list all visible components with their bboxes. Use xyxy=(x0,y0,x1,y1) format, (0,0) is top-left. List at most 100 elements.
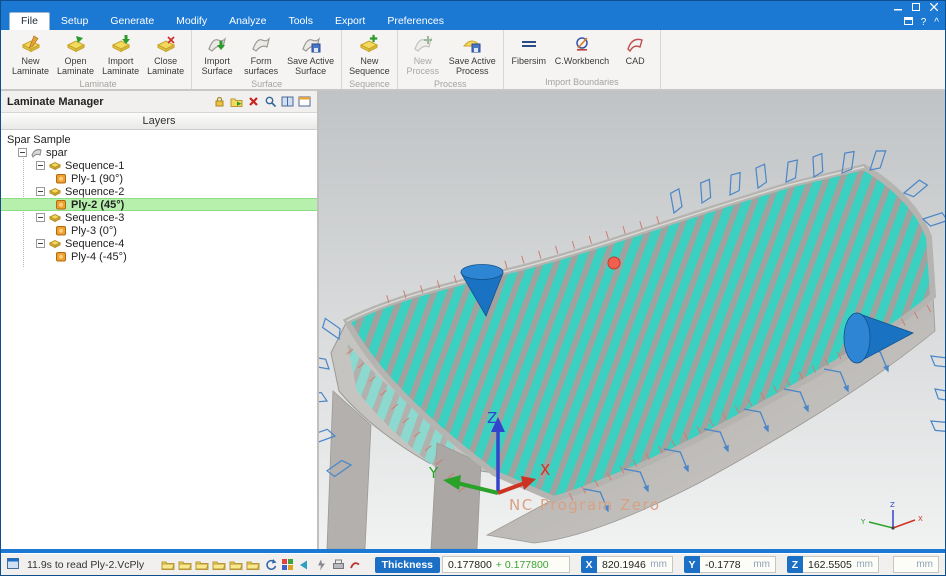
z-axis-badge: Z xyxy=(787,556,803,573)
nc-program-zero-label: NC Program Zero xyxy=(509,496,661,514)
fibersim-icon xyxy=(518,33,540,55)
save-active-surface-icon xyxy=(300,33,322,55)
close-laminate-icon xyxy=(155,33,177,55)
fibersim-button[interactable]: Fibersim xyxy=(508,32,550,67)
units-field[interactable]: mm xyxy=(893,556,939,573)
surface-node-icon xyxy=(30,146,43,159)
seed-point-marker[interactable] xyxy=(608,257,620,269)
menu-modify[interactable]: Modify xyxy=(165,13,218,30)
new-process-button[interactable]: New Process xyxy=(402,32,444,78)
delete-icon[interactable] xyxy=(246,95,260,109)
z-axis-label: Z xyxy=(487,409,497,427)
ribbon-toolbar: New Laminate Open Laminate Import Lamina… xyxy=(1,30,945,91)
search-icon[interactable] xyxy=(263,95,277,109)
group-label-surface: Surface xyxy=(196,78,337,91)
import-surface-button[interactable]: Import Surface xyxy=(196,32,238,78)
thickness-group: Thickness 0.177800 + 0.177800 xyxy=(375,556,570,573)
folder-tool-icon-1[interactable] xyxy=(161,558,176,572)
ribbon-group-import-boundaries: Fibersim C.Workbench CAD Import Boundari… xyxy=(504,30,661,89)
color-grid-icon[interactable] xyxy=(280,558,295,572)
menu-setup[interactable]: Setup xyxy=(50,13,99,30)
x-axis-badge: X xyxy=(581,556,597,573)
help-icon[interactable]: ? xyxy=(921,18,927,28)
panel-layout-icon[interactable] xyxy=(297,95,311,109)
minimize-button[interactable] xyxy=(892,3,903,12)
folder-tool-icon-2[interactable] xyxy=(178,558,193,572)
form-surfaces-button[interactable]: Form surfaces xyxy=(240,32,282,78)
folder-tool-icon-6[interactable] xyxy=(246,558,261,572)
menu-generate[interactable]: Generate xyxy=(99,13,165,30)
ribbon-group-surface: Import Surface Form surfaces Save Active… xyxy=(192,30,342,89)
menu-preferences[interactable]: Preferences xyxy=(376,13,455,30)
form-surfaces-icon xyxy=(250,33,272,55)
menu-export[interactable]: Export xyxy=(324,13,376,30)
tree-item-ply-4[interactable]: Ply-4 (-45°) xyxy=(1,250,317,263)
folder-tool-icon-4[interactable] xyxy=(212,558,227,572)
save-active-surface-button[interactable]: Save Active Surface xyxy=(284,32,337,78)
ply-icon xyxy=(54,224,68,237)
laminate-tree: Spar Sample spar Sequence-1 Ply-1 (90°) xyxy=(1,130,317,549)
open-laminate-icon xyxy=(65,33,87,55)
y-coordinate-field[interactable]: -0.1778 mm xyxy=(700,556,776,573)
open-laminate-button[interactable]: Open Laminate xyxy=(54,32,97,78)
cad-button[interactable]: CAD xyxy=(614,32,656,67)
x-coordinate-field[interactable]: 820.1946 mm xyxy=(597,556,673,573)
x-coordinate: X 820.1946 mm xyxy=(581,556,673,573)
group-label-laminate: Laminate xyxy=(9,78,187,91)
menu-file[interactable]: File xyxy=(9,12,50,30)
import-laminate-button[interactable]: Import Laminate xyxy=(99,32,142,78)
thickness-field[interactable]: 0.177800 + 0.177800 xyxy=(442,556,570,573)
arrow-left-icon[interactable] xyxy=(297,558,312,572)
tree-item-sequence-1[interactable]: Sequence-1 xyxy=(1,159,317,172)
tree-expander[interactable] xyxy=(36,187,45,196)
lock-icon[interactable] xyxy=(212,95,226,109)
close-laminate-button[interactable]: Close Laminate xyxy=(144,32,187,78)
menu-analyze[interactable]: Analyze xyxy=(218,13,277,30)
sequence-icon xyxy=(48,237,62,250)
tree-expander[interactable] xyxy=(36,213,45,222)
new-sequence-button[interactable]: New Sequence xyxy=(346,32,393,78)
tree-expander[interactable] xyxy=(18,148,27,157)
tree-item-ply-1[interactable]: Ply-1 (90°) xyxy=(1,172,317,185)
split-view-icon[interactable] xyxy=(280,95,294,109)
save-active-process-button[interactable]: Save Active Process xyxy=(446,32,499,78)
layers-column-header[interactable]: Layers xyxy=(1,113,317,130)
maximize-button[interactable] xyxy=(910,3,921,12)
tree-item-sequence-2[interactable]: Sequence-2 xyxy=(1,185,317,198)
export-folder-icon[interactable] xyxy=(229,95,243,109)
save-active-process-icon xyxy=(461,33,483,55)
tree-item-sequence-3[interactable]: Sequence-3 xyxy=(1,211,317,224)
ply-icon xyxy=(54,198,68,211)
z-coordinate-field[interactable]: 162.5505 mm xyxy=(803,556,879,573)
printer-icon[interactable] xyxy=(331,558,346,572)
tree-item-ply-3[interactable]: Ply-3 (0°) xyxy=(1,224,317,237)
lightning-icon[interactable] xyxy=(314,558,329,572)
new-process-icon xyxy=(412,33,434,55)
y-axis-label: Y xyxy=(428,464,439,482)
tree-item-sequence-4[interactable]: Sequence-4 xyxy=(1,237,317,250)
folder-tool-icon-3[interactable] xyxy=(195,558,210,572)
refresh-icon[interactable] xyxy=(263,558,278,572)
thickness-button[interactable]: Thickness xyxy=(375,557,440,573)
folder-tool-icon-5[interactable] xyxy=(229,558,244,572)
cworkbench-button[interactable]: C.Workbench xyxy=(552,32,612,67)
collapse-ribbon-icon[interactable]: ^ xyxy=(934,18,939,28)
close-button[interactable] xyxy=(928,3,939,12)
group-label-import-boundaries: Import Boundaries xyxy=(508,76,656,89)
tree-expander[interactable] xyxy=(36,239,45,248)
z-coordinate: Z 162.5505 mm xyxy=(787,556,879,573)
tree-item-spar-sample[interactable]: Spar Sample xyxy=(1,133,317,146)
new-laminate-button[interactable]: New Laminate xyxy=(9,32,52,78)
menu-tools[interactable]: Tools xyxy=(277,13,324,30)
new-laminate-icon xyxy=(20,33,42,55)
3d-viewport[interactable]: Z Y X NC Program Zero Z Y X xyxy=(319,91,945,549)
tree-item-spar[interactable]: spar xyxy=(1,146,317,159)
tree-expander[interactable] xyxy=(36,161,45,170)
3d-scene[interactable]: Z Y X NC Program Zero Z Y X xyxy=(319,91,945,549)
tree-item-ply-2-selected[interactable]: Ply-2 (45°) xyxy=(1,198,317,211)
cad-boundary-icon[interactable] xyxy=(348,558,363,572)
cworkbench-icon xyxy=(571,33,593,55)
application-window: File Setup Generate Modify Analyze Tools… xyxy=(0,0,946,576)
toolbar-options-icon[interactable] xyxy=(904,17,913,28)
y-coordinate: Y -0.1778 mm xyxy=(684,556,776,573)
